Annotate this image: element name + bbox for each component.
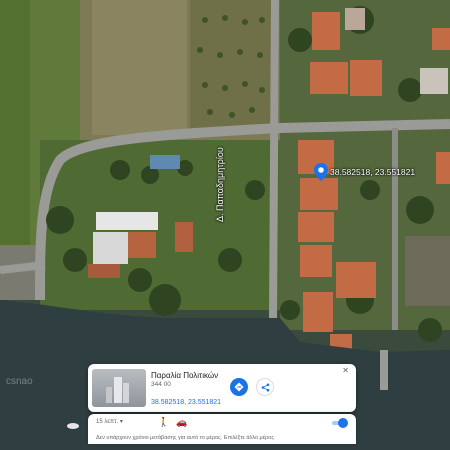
- place-postal-code: 344 00: [151, 381, 171, 388]
- pin-coordinates-label: 38.582518, 23.551821: [330, 167, 416, 177]
- place-coordinates[interactable]: 38.582518, 23.551821: [151, 399, 221, 406]
- share-icon: [261, 383, 269, 391]
- close-icon[interactable]: ✕: [342, 367, 349, 375]
- share-button[interactable]: [256, 378, 274, 396]
- place-info-card[interactable]: Παραλία Πολιτικών 344 00 38.582518, 23.5…: [88, 364, 356, 412]
- no-transit-message: Δεν υπάρχουν χρόνοι μετάβασης για αυτό τ…: [96, 435, 274, 441]
- transit-bar: 15 λεπτ. ▾ 🚶 🚗 Δεν υπάρχουν χρόνοι μετάβ…: [88, 414, 356, 444]
- location-pin[interactable]: 38.582518, 23.551821: [314, 163, 415, 181]
- directions-icon: [234, 382, 244, 392]
- place-title: Παραλία Πολιτικών: [151, 371, 219, 380]
- watermark: csnao: [6, 376, 33, 387]
- place-thumbnail[interactable]: [92, 369, 146, 407]
- time-select[interactable]: 15 λεπτ. ▾: [96, 418, 123, 425]
- car-icon[interactable]: 🚗: [176, 417, 187, 428]
- walk-icon[interactable]: 🚶: [158, 417, 169, 428]
- directions-button[interactable]: [230, 378, 248, 396]
- road-name-label: Δ. Παπαδημητρίου: [215, 147, 225, 222]
- toggle-knob[interactable]: [338, 418, 348, 428]
- map-pin-icon: [314, 163, 328, 181]
